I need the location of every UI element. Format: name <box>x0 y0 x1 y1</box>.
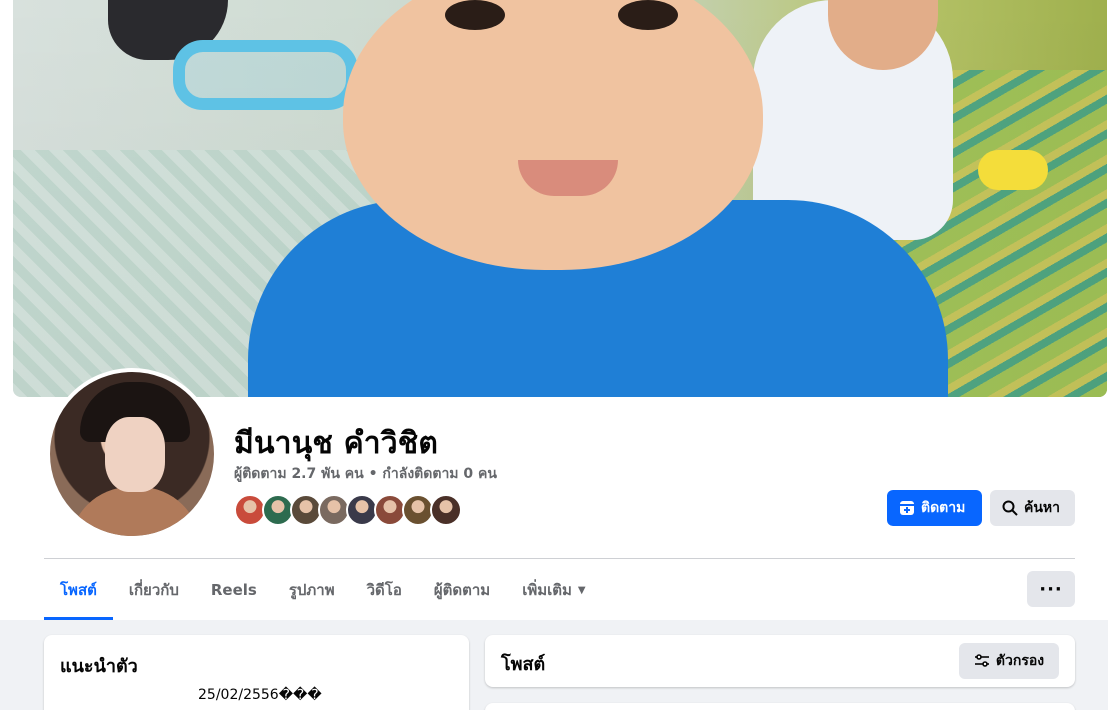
cover-baby-eye-left <box>445 0 505 30</box>
avatar-body <box>70 487 200 536</box>
posts-title: โพสต์ <box>501 654 546 675</box>
search-icon <box>1002 500 1018 516</box>
search-button[interactable]: ค้นหา <box>990 490 1075 526</box>
intro-card: แนะนำตัว 25/02/2556��� <box>44 635 469 710</box>
search-button-label: ค้นหา <box>1024 500 1061 516</box>
tab-photos[interactable]: รูปภาพ <box>273 560 351 620</box>
intro-date: 25/02/2556��� <box>198 687 322 703</box>
follow-button[interactable]: ติดตาม <box>887 490 982 526</box>
tab-more[interactable]: เพิ่มเติม ▼ <box>506 560 601 620</box>
follow-icon <box>900 501 914 515</box>
profile-stats[interactable]: ผู้ติดตาม 2.7 พัน คน • กำลังติดตาม 0 คน <box>234 463 497 485</box>
posts-header-card: โพสต์ ตัวกรอง <box>485 635 1075 687</box>
avatar-face <box>105 417 165 492</box>
follower-avatar[interactable] <box>430 494 462 526</box>
tab-about[interactable]: เกี่ยวกับ <box>113 560 195 620</box>
next-post-card <box>485 703 1075 710</box>
follow-button-label: ติดตาม <box>921 500 966 516</box>
tab-followers[interactable]: ผู้ติดตาม <box>418 560 506 620</box>
filter-icon <box>974 654 989 667</box>
cover-toy <box>978 150 1048 190</box>
tab-posts[interactable]: โพสต์ <box>44 560 113 620</box>
more-options-button[interactable]: ··· <box>1027 571 1075 607</box>
filter-button[interactable]: ตัวกรอง <box>959 643 1059 679</box>
profile-name: มีนานุช คำวิชิต <box>234 426 439 461</box>
filter-button-label: ตัวกรอง <box>995 653 1045 669</box>
tab-reels[interactable]: Reels <box>195 560 273 620</box>
tab-videos[interactable]: วิดีโอ <box>351 560 418 620</box>
profile-avatar[interactable] <box>46 368 218 540</box>
cover-walker <box>173 40 358 110</box>
intro-title: แนะนำตัว <box>60 656 138 677</box>
cover-baby-eye-right <box>618 0 678 30</box>
profile-tabs: โพสต์ เกี่ยวกับ Reels รูปภาพ วิดีโอ ผู้ต… <box>44 560 602 620</box>
caret-down-icon: ▼ <box>577 584 586 596</box>
cover-photo[interactable] <box>13 0 1107 397</box>
follower-avatars[interactable] <box>234 494 462 526</box>
tabs-divider <box>44 558 1075 559</box>
